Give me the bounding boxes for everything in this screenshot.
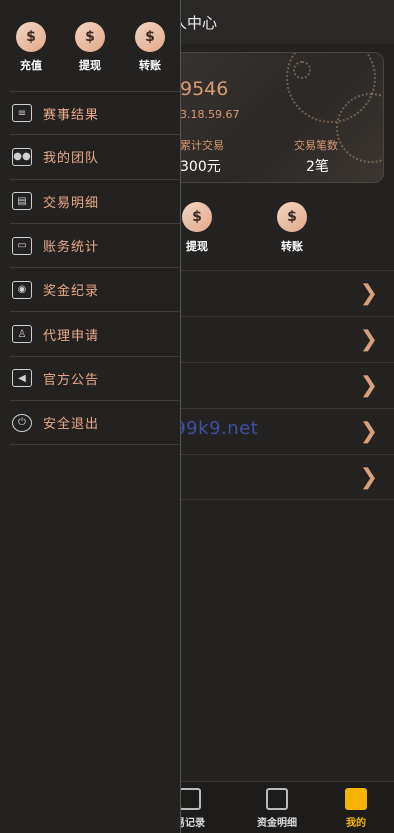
drawer-quick-actions: $ 充值 $ 提现 $ 转账 (0, 0, 181, 86)
deposit-label: 充值 (20, 59, 42, 72)
menu-item-label: 交易明细 (43, 195, 100, 211)
mandala-decoration (293, 61, 311, 79)
menu-item-logout[interactable]: ⏻ 安全退出 (10, 401, 180, 446)
drawer-menu: ≡ 赛事结果 ●● 我的团队 ▤ 交易明细 ▭ 账务统计 ◉ 奖金纪录 ♙ 代理… (10, 91, 180, 446)
menu-item-account-stats[interactable]: ▭ 账务统计 (10, 224, 180, 269)
agent-icon: ♙ (12, 325, 32, 344)
list-item[interactable]: ❯ (180, 270, 394, 316)
chevron-right-icon: ❯ (359, 465, 378, 490)
transfer-icon: $ (277, 202, 307, 232)
side-drawer: $ 充值 $ 提现 $ 转账 ≡ 赛事结果 ●● 我的团队 ▤ 交易明细 ▭ 账… (0, 0, 181, 833)
ledger-icon: ▤ (12, 192, 32, 211)
withdraw-icon: $ (182, 202, 212, 232)
news-icon: ≡ (12, 104, 32, 123)
list-item[interactable]: ❯ (180, 454, 394, 500)
drawer-withdraw-button[interactable]: $ 提现 (65, 22, 115, 73)
total-trade-label: 累计交易 (180, 139, 224, 152)
chevron-right-icon: ❯ (359, 281, 378, 306)
profile-icon (345, 788, 367, 810)
transfer-label: 转账 (281, 240, 303, 253)
cash-icon (266, 788, 288, 810)
transfer-icon: $ (135, 22, 165, 52)
menu-item-my-team[interactable]: ●● 我的团队 (10, 135, 180, 180)
list-item[interactable]: ❯ (180, 362, 394, 408)
chevron-right-icon: ❯ (359, 373, 378, 398)
drawer-transfer-button[interactable]: $ 转账 (125, 22, 175, 73)
account-date: 3.18.59.67 (180, 108, 240, 121)
withdraw-label: 提现 (79, 59, 101, 72)
menu-item-bonus-records[interactable]: ◉ 奖金纪录 (10, 268, 180, 313)
menu-item-label: 我的团队 (43, 151, 100, 167)
eye-icon: ◉ (12, 280, 32, 299)
team-icon: ●● (12, 147, 32, 166)
chevron-right-icon: ❯ (359, 327, 378, 352)
menu-item-announcements[interactable]: ◀ 官方公告 (10, 357, 180, 402)
chevron-right-icon: ❯ (359, 419, 378, 444)
menu-item-label: 奖金纪录 (43, 284, 100, 300)
power-icon: ⏻ (12, 413, 32, 432)
account-number: 9546 (180, 78, 229, 100)
tab-label: 资金明细 (257, 818, 297, 829)
trade-count-label: 交易笔数 (294, 139, 338, 152)
menu-item-match-results[interactable]: ≡ 赛事结果 (10, 91, 180, 136)
menu-item-label: 代理申请 (43, 328, 100, 344)
tab-mine[interactable]: 我的 (321, 788, 391, 829)
menu-item-trade-details[interactable]: ▤ 交易明细 (10, 180, 180, 224)
menu-item-agent-apply[interactable]: ♙ 代理申请 (10, 312, 180, 357)
deposit-button[interactable]: $ 充值 (6, 22, 56, 73)
record-icon (179, 788, 201, 810)
withdraw-icon: $ (75, 22, 105, 52)
total-trade-value: 300元 (180, 159, 221, 175)
transfer-button[interactable]: $ 转账 (262, 202, 322, 254)
tab-label: 我的 (346, 818, 366, 829)
wallet-icon: ▭ (12, 236, 32, 255)
menu-item-label: 账务统计 (43, 240, 100, 256)
trade-count-value: 2笔 (306, 159, 329, 175)
deposit-icon: $ (16, 22, 46, 52)
menu-item-label: 安全退出 (43, 417, 100, 433)
menu-item-label: 官方公告 (43, 372, 100, 388)
tab-fund-details[interactable]: 资金明细 (242, 788, 312, 829)
megaphone-icon: ◀ (12, 369, 32, 388)
list-item[interactable]: ❯ (180, 316, 394, 362)
menu-item-label: 赛事结果 (43, 107, 100, 123)
app-screen: 人中心 9546 3.18.59.67 累计交易 300元 交易笔数 2笔 $ … (0, 0, 394, 833)
transfer-label: 转账 (139, 59, 161, 72)
